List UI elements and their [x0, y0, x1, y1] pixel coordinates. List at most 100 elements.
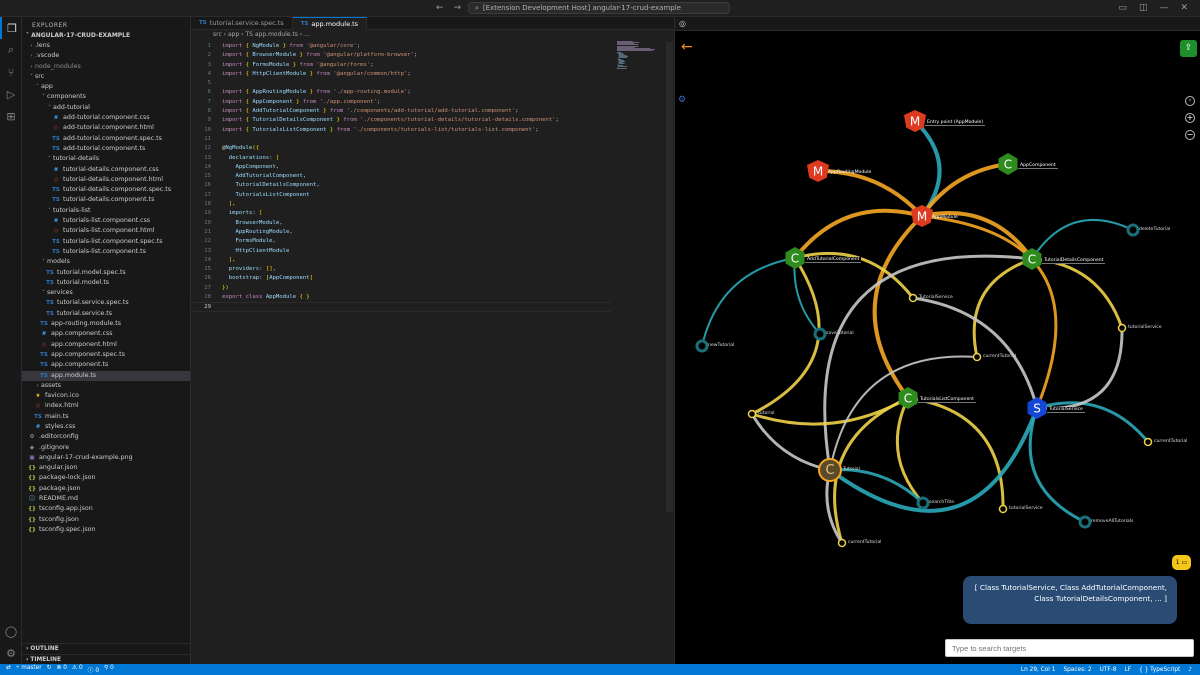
breadcrumb[interactable]: src › app › TS app.module.ts › ... [191, 30, 674, 40]
tree-file[interactable]: TS add-tutorial.component.spec.ts [22, 134, 190, 144]
tree-file[interactable]: # add-tutorial.component.css [22, 113, 190, 123]
tree-file[interactable]: # app.component.css [22, 329, 190, 339]
tab-tutorial-service-spec-ts[interactable]: TS tutorial.service.spec.ts [191, 17, 293, 30]
tree-file[interactable]: ◇ app.component.html [22, 340, 190, 350]
member-node[interactable] [695, 339, 709, 353]
code-line[interactable]: 29 [191, 302, 611, 312]
project-root[interactable]: ˅ ANGULAR-17-CRUD-EXAMPLE [22, 31, 190, 41]
code-line[interactable]: 2 import { BrowserModule } from '@angular… [191, 51, 611, 60]
tree-folder[interactable]: ˅ add-tutorial [22, 103, 190, 113]
sync-icon[interactable]: ↻ [47, 665, 52, 674]
language-mode[interactable]: { } TypeScript [1139, 667, 1180, 673]
code-line[interactable]: 25 providers: [], [191, 265, 611, 274]
end-of-line[interactable]: LF [1125, 667, 1132, 673]
search-icon[interactable]: ⌕ [0, 39, 22, 61]
code-line[interactable]: 23 HttpClientModule [191, 247, 611, 256]
tree-file[interactable]: ◆ .gitignore [22, 443, 190, 453]
member-node[interactable] [972, 352, 982, 362]
tree-folder[interactable]: ˅ tutorials-list [22, 206, 190, 216]
code-line[interactable]: 13 declarations: [ [191, 154, 611, 163]
code-line[interactable]: 8 import { AddTutorialComponent } from '.… [191, 107, 611, 116]
cursor-position[interactable]: Ln 29, Col 1 [1021, 667, 1056, 673]
member-node[interactable] [998, 504, 1008, 514]
tree-file[interactable]: ◇ tutorial-details.component.html [22, 175, 190, 185]
editor-scrollbar[interactable] [666, 42, 673, 512]
manage-gear-icon[interactable]: ⚙ [0, 642, 22, 664]
split-icon[interactable]: ◫ [1139, 3, 1148, 13]
tree-file[interactable]: TS tutorials-list.component.spec.ts [22, 237, 190, 247]
tree-file[interactable]: TS tutorials-list.component.ts [22, 247, 190, 257]
tree-file[interactable]: ⚙ .editorconfig [22, 432, 190, 442]
code-line[interactable]: 11 [191, 135, 611, 144]
tree-file[interactable]: ◇ add-tutorial.component.html [22, 123, 190, 133]
tree-file[interactable]: {} tsconfig.app.json [22, 504, 190, 514]
tree-file[interactable]: TS app.component.spec.ts [22, 350, 190, 360]
code-line[interactable]: 6 import { AppRoutingModule } from './app… [191, 88, 611, 97]
notification-badge[interactable]: 1 ▭ [1172, 555, 1191, 570]
code-view[interactable]: 1 import { NgModule } from '@angular/core… [191, 42, 611, 312]
tree-file[interactable]: TS tutorial.model.ts [22, 278, 190, 288]
member-node[interactable] [813, 327, 827, 341]
tree-file[interactable]: {} package.json [22, 484, 190, 494]
code-line[interactable]: 19 imports: [ [191, 209, 611, 218]
member-node[interactable] [1126, 223, 1140, 237]
tree-folder[interactable]: ˅ models [22, 257, 190, 267]
tree-folder[interactable]: › node_modules [22, 62, 190, 72]
tree-file[interactable]: TS main.ts [22, 412, 190, 422]
tree-file[interactable]: # tutorials-list.component.css [22, 216, 190, 226]
code-line[interactable]: 9 import { TutorialDetailsComponent } fro… [191, 116, 611, 125]
code-line[interactable]: 20 BrowserModule, [191, 219, 611, 228]
graph-node-approuting[interactable]: M [807, 160, 829, 182]
code-line[interactable]: 4 import { HttpClientModule } from '@angu… [191, 70, 611, 79]
tree-folder[interactable]: › assets [22, 381, 190, 391]
code-line[interactable]: 22 FormsModule, [191, 237, 611, 246]
explorer-icon[interactable]: ❐ [0, 17, 22, 39]
member-node[interactable] [908, 293, 918, 303]
code-line[interactable]: 14 AppComponent, [191, 163, 611, 172]
code-line[interactable]: 16 TutorialDetailsComponent, [191, 181, 611, 190]
code-line[interactable]: 24 ], [191, 256, 611, 265]
code-line[interactable]: 17 TutorialsListComponent [191, 191, 611, 200]
bell-icon[interactable]: ♪ [1188, 667, 1192, 673]
tree-file[interactable]: ◇ tutorials-list.component.html [22, 226, 190, 236]
remote-icon[interactable]: ⇄ [6, 665, 11, 674]
tree-file[interactable]: TS tutorial.service.spec.ts [22, 298, 190, 308]
graph-node-tutservice[interactable]: S [1027, 397, 1047, 419]
indentation[interactable]: Spaces: 2 [1063, 667, 1091, 673]
tab-app-module-ts[interactable]: TS app.module.ts [292, 17, 368, 30]
tree-file[interactable]: TS tutorial.service.ts [22, 309, 190, 319]
graph-view-icon[interactable]: ◎ [679, 19, 686, 28]
tree-folder[interactable]: › .lens [22, 41, 190, 51]
source-control-icon[interactable]: ⑂ [0, 61, 22, 83]
member-node[interactable] [747, 409, 757, 419]
forward-arrow-icon[interactable]: → [454, 3, 462, 13]
run-debug-icon[interactable]: ▷ [0, 83, 22, 105]
code-line[interactable]: 5 [191, 79, 611, 88]
member-node[interactable] [837, 538, 847, 548]
tree-folder[interactable]: › .vscode [22, 51, 190, 61]
tree-folder[interactable]: ˅ services [22, 288, 190, 298]
code-line[interactable]: 18 ], [191, 200, 611, 209]
encoding[interactable]: UTF-8 [1100, 667, 1117, 673]
search-targets-input[interactable] [945, 639, 1194, 657]
tree-file[interactable]: TS app.module.ts [22, 370, 190, 381]
tree-file[interactable]: TS add-tutorial.component.ts [22, 144, 190, 154]
tree-file[interactable]: TS app.component.ts [22, 360, 190, 370]
graph-node-appcomponent[interactable]: C [998, 153, 1018, 175]
tree-folder[interactable]: ˅ tutorial-details [22, 154, 190, 164]
tree-folder[interactable]: ˅ src [22, 72, 190, 82]
code-line[interactable]: 27}) [191, 284, 611, 293]
account-icon[interactable]: ◯ [0, 620, 22, 642]
tree-file[interactable]: TS tutorial-details.component.ts [22, 195, 190, 205]
layout-icon[interactable]: ▭ [1118, 3, 1127, 13]
outline-section[interactable]: › OUTLINE [22, 643, 190, 654]
ports-indicator[interactable]: ⚲ 0 [104, 665, 114, 674]
tree-file[interactable]: {} angular.json [22, 463, 190, 473]
code-line[interactable]: 3 import { FormsModule } from '@angular/f… [191, 61, 611, 70]
tree-file[interactable]: ◇ index.html [22, 401, 190, 411]
code-line[interactable]: 28 export class AppModule { } [191, 293, 611, 302]
tree-file[interactable]: TS tutorial.model.spec.ts [22, 268, 190, 278]
tree-file[interactable]: ▣ angular-17-crud-example.png [22, 453, 190, 463]
code-line[interactable]: 15 AddTutorialComponent, [191, 172, 611, 181]
info-indicator[interactable]: ⓘ 0 [88, 665, 99, 674]
